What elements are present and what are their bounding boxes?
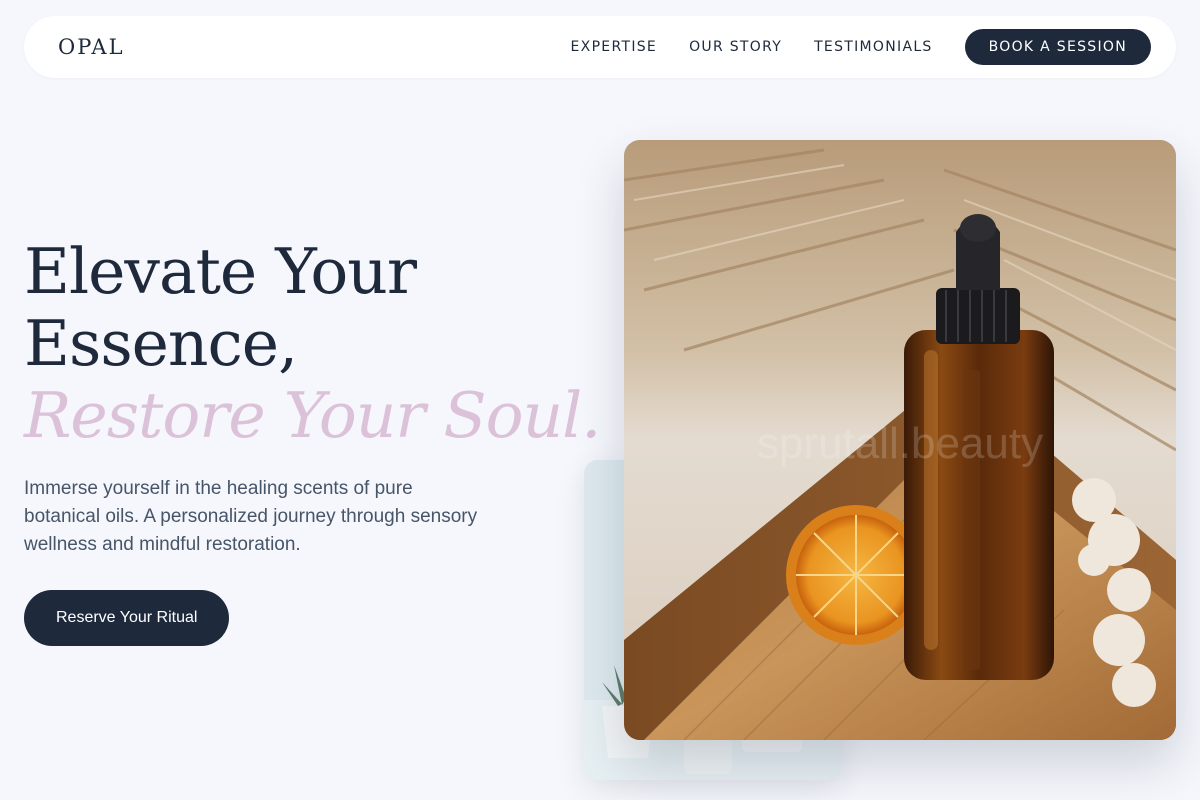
headline-accent: Restore Your Soul. bbox=[24, 379, 601, 452]
image-watermark: sprutall.beauty bbox=[757, 419, 1043, 468]
nav-link-testimonials[interactable]: TESTIMONIALS bbox=[814, 39, 933, 55]
top-nav: OPAL EXPERTISE OUR STORY TESTIMONIALS BO… bbox=[24, 16, 1176, 78]
aromatherapy-image: sprutall.beauty bbox=[624, 140, 1176, 740]
hero-headline: Elevate Your Essence, Restore Your Soul. bbox=[24, 235, 601, 452]
reserve-ritual-button[interactable]: Reserve Your Ritual bbox=[24, 590, 230, 646]
book-session-button[interactable]: BOOK A SESSION bbox=[964, 29, 1151, 65]
nav-menu: EXPERTISE OUR STORY TESTIMONIALS BOOK A … bbox=[571, 29, 1151, 65]
hero-subtext: Immerse yourself in the healing scents o… bbox=[24, 478, 478, 555]
nav-link-our-story[interactable]: OUR STORY bbox=[689, 39, 782, 55]
headline-line-1: Elevate Your bbox=[24, 235, 417, 308]
nav-link-expertise[interactable]: EXPERTISE bbox=[571, 39, 658, 55]
headline-line-2: Essence, bbox=[24, 307, 298, 380]
brand-logo[interactable]: OPAL bbox=[58, 35, 125, 59]
